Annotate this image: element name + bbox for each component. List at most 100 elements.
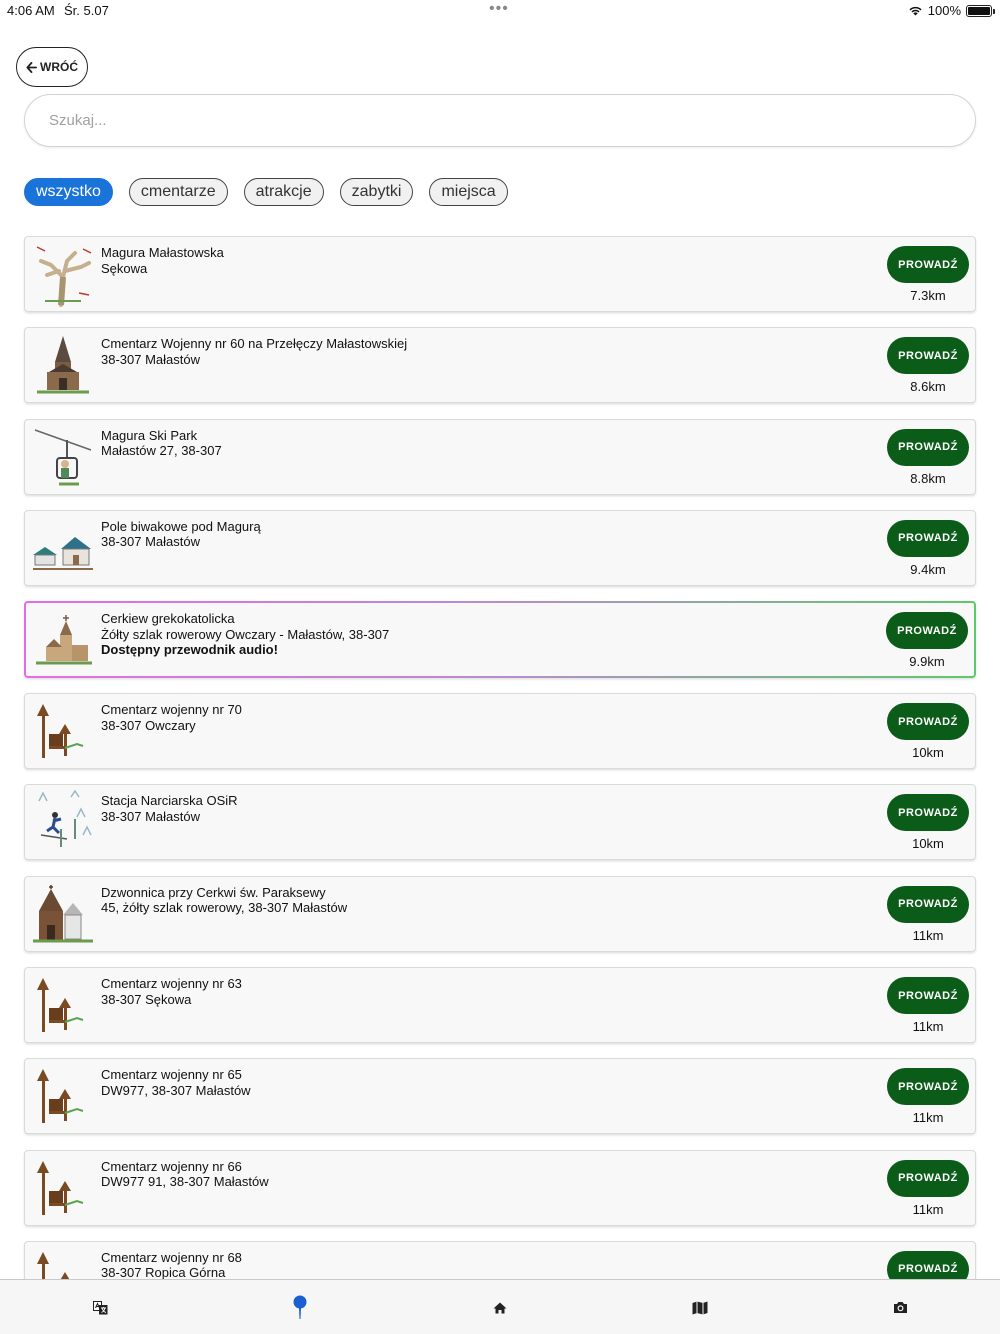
campsite-icon [33,536,93,570]
place-distance: 11km [912,1201,944,1217]
chapel-icon [37,336,89,394]
place-name: Pole biwakowe pod Magurą [101,518,261,534]
place-name: Cerkiew grekokatolicka [101,611,235,627]
place-address: 38-307 Owczary [101,717,196,733]
place-card[interactable]: Pole biwakowe pod Magurą 38-307 Małastów… [24,509,976,586]
translate-icon [92,1300,107,1314]
status-time: 4:06 AM [7,3,55,18]
place-name: Cmentarz wojenny nr 66 [101,1158,242,1174]
bottom-tab-bar [0,1279,1000,1334]
tab-home[interactable] [400,1280,600,1334]
place-distance: 11km [912,1019,944,1035]
place-card-featured[interactable]: Cerkiew grekokatolicka Żółty szlak rower… [24,601,976,678]
place-info: Dzwonnica przy Cerkwi św. Paraksewy 45, … [101,885,347,916]
place-card[interactable]: Cmentarz wojenny nr 65 DW977, 38-307 Mał… [24,1058,976,1135]
skier-icon [38,790,92,848]
cemetery-icon [37,1069,84,1124]
map-icon [692,1301,708,1314]
battery-percent: 100% [927,3,961,18]
status-right: 100% [908,3,995,18]
guide-button[interactable]: PROWADŹ [887,428,969,466]
place-distance: 10km [912,836,944,852]
guide-button[interactable]: PROWADŹ [887,1159,969,1197]
back-button[interactable]: WRÓĆ [16,47,88,87]
place-address: 38-307 Małastów [101,534,200,550]
tab-map[interactable] [600,1280,800,1334]
place-distance: 11km [912,1110,944,1126]
place-name: Cmentarz wojenny nr 63 [101,976,242,992]
filter-chip-attractions[interactable]: atrakcje [243,178,324,206]
place-address: 38-307 Małastów [101,808,200,824]
guide-button[interactable]: PROWADŹ [887,977,969,1015]
place-address: Małastów 27, 38-307 [101,443,222,459]
tab-places[interactable] [200,1280,400,1334]
place-address: 38-307 Małastów [101,351,200,367]
guide-button[interactable]: PROWADŹ [887,1068,969,1106]
place-info: Stacja Narciarska OSiR 38-307 Małastów [101,793,238,824]
place-name: Cmentarz wojenny nr 65 [101,1067,242,1083]
church-icon [36,615,92,665]
place-name: Magura Małastowska [101,245,224,260]
place-address: Sękowa [101,260,148,276]
filter-chip-monuments[interactable]: zabytki [339,178,414,206]
cemetery-icon [37,1160,84,1215]
cemetery-icon [37,704,84,759]
place-address: 45, żółty szlak rowerowy, 38-307 Małastó… [101,900,348,916]
place-distance: 8.8km [910,470,946,486]
belfry-icon [33,884,93,943]
filter-chip-all[interactable]: wszystko [24,178,113,206]
place-card[interactable]: Cmentarz wojenny nr 66 DW977 91, 38-307 … [24,1149,976,1226]
place-distance: 11km [912,927,944,943]
status-bar: 4:06 AM Śr. 5.07 ••• 100% [0,0,1000,22]
place-name: Stacja Narciarska OSiR [101,793,238,809]
place-address: 38-307 Sękowa [101,991,192,1007]
place-info: Magura Małastowska Sękowa [101,245,224,276]
place-info: Cmentarz wojenny nr 70 38-307 Owczary [101,702,242,733]
place-card[interactable]: Magura Małastowska Sękowa PROWADŹ 7.3km [24,236,976,312]
search-box [24,94,976,147]
place-info: Cmentarz Wojenny nr 60 na Przełęczy Mała… [101,336,407,367]
place-card[interactable]: Cmentarz wojenny nr 63 38-307 Sękowa PRO… [24,967,976,1044]
back-button-label: WRÓĆ [40,60,78,74]
guide-button[interactable]: PROWADŹ [887,703,969,741]
audio-guide-note: Dostępny przewodnik audio! [101,642,278,658]
place-info: Cmentarz wojenny nr 65 DW977, 38-307 Mał… [101,1067,251,1098]
place-card[interactable]: Cmentarz wojenny nr 70 38-307 Owczary PR… [24,693,976,770]
filter-chip-places[interactable]: miejsca [429,178,508,206]
status-date: Śr. 5.07 [64,3,109,18]
multitasking-dots[interactable]: ••• [489,0,509,18]
place-card[interactable]: Cmentarz Wojenny nr 60 na Przełęczy Mała… [24,327,976,404]
filter-chip-cemeteries[interactable]: cmentarze [128,178,228,206]
tab-translate[interactable] [0,1280,200,1334]
place-info: Cerkiew grekokatolicka Żółty szlak rower… [101,611,389,658]
place-name: Dzwonnica przy Cerkwi św. Paraksewy [101,884,326,900]
search-input[interactable] [25,95,975,146]
place-name: Cmentarz Wojenny nr 60 na Przełęczy Mała… [101,336,408,352]
place-card[interactable]: Dzwonnica przy Cerkwi św. Paraksewy 45, … [24,875,976,952]
battery-icon [966,4,995,17]
guide-button[interactable]: PROWADŹ [887,885,969,923]
guide-button[interactable]: PROWADŹ [887,337,969,375]
place-name: Magura Ski Park [101,427,198,443]
place-address: DW977 91, 38-307 Małastów [101,1174,269,1190]
place-distance: 8.6km [910,379,946,395]
place-info: Magura Ski Park Małastów 27, 38-307 [101,428,222,459]
place-distance: 9.9km [909,654,945,670]
guide-button[interactable]: PROWADŹ [887,519,969,557]
places-list: Magura Małastowska Sękowa PROWADŹ 7.3km … [24,236,976,1332]
cemetery-icon [37,978,84,1033]
place-info: Cmentarz wojenny nr 66 DW977 91, 38-307 … [101,1159,269,1190]
chairlift-icon [34,428,92,486]
place-info: Pole biwakowe pod Magurą 38-307 Małastów [101,519,261,550]
tree-icon [36,246,92,307]
guide-button[interactable]: PROWADŹ [887,794,969,832]
tab-camera[interactable] [800,1280,1000,1334]
place-distance: 9.4km [910,561,946,577]
place-card[interactable]: Stacja Narciarska OSiR 38-307 Małastów P… [24,784,976,861]
place-card[interactable]: Magura Ski Park Małastów 27, 38-307 PROW… [24,418,976,495]
category-filters: wszystko cmentarze atrakcje zabytki miej… [24,178,508,206]
guide-button[interactable]: PROWADŹ [886,612,968,650]
place-info: Cmentarz wojenny nr 68 38-307 Ropica Gór… [101,1250,242,1281]
place-address: Żółty szlak rowerowy Owczary - Małastów,… [101,626,390,642]
guide-button[interactable]: PROWADŹ [887,246,969,283]
